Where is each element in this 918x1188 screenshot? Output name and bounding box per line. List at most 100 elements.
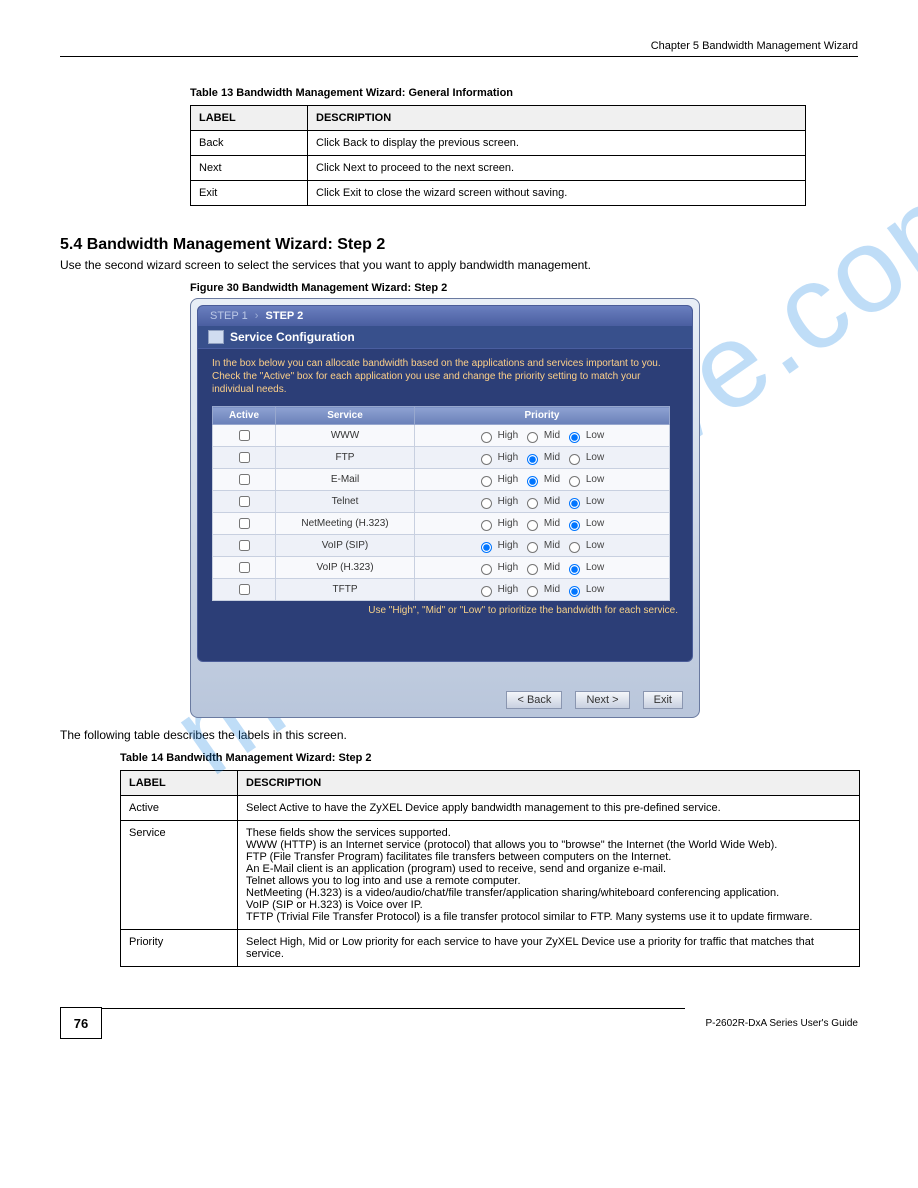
active-cell [213, 535, 276, 557]
priority-high-option[interactable]: High [476, 562, 518, 573]
service-table: Active Service Priority WWW High Mid Low… [212, 406, 670, 601]
active-checkbox[interactable] [239, 474, 250, 485]
active-checkbox[interactable] [239, 540, 250, 551]
priority-cell: High Mid Low [415, 447, 670, 469]
active-checkbox[interactable] [239, 518, 250, 529]
service-name-cell: FTP [276, 447, 415, 469]
step2-label: STEP 2 [266, 310, 304, 322]
step-breadcrumb: STEP 1 › STEP 2 [198, 306, 692, 326]
active-checkbox[interactable] [239, 584, 250, 595]
hint-text: Use "High", "Mid" or "Low" to prioritize… [198, 601, 692, 620]
service-name-cell: VoIP (SIP) [276, 535, 415, 557]
table1-th-label: LABEL [191, 106, 308, 131]
table-row-label: Service [121, 821, 238, 930]
priority-low-option[interactable]: Low [564, 496, 604, 507]
heading-step2: 5.4 Bandwidth Management Wizard: Step 2 [60, 236, 858, 254]
priority-cell: High Mid Low [415, 557, 670, 579]
table2-pretext: The following table describes the labels… [60, 728, 858, 742]
footer-guide-title: P-2602R-DxA Series User's Guide [705, 1018, 858, 1029]
intro-text: Use the second wizard screen to select t… [60, 258, 858, 272]
table-row-label: Exit [191, 181, 308, 206]
wizard-footer: < Back Next > Exit [496, 691, 683, 709]
active-cell [213, 513, 276, 535]
priority-mid-option[interactable]: Mid [522, 540, 560, 551]
exit-button[interactable]: Exit [643, 691, 683, 709]
table1-th-desc: DESCRIPTION [308, 106, 806, 131]
priority-low-option[interactable]: Low [564, 540, 604, 551]
service-name-cell: E-Mail [276, 469, 415, 491]
table2-caption: Table 14 Bandwidth Management Wizard: St… [120, 752, 858, 764]
priority-low-option[interactable]: Low [564, 584, 604, 595]
table-row-label: Back [191, 131, 308, 156]
table-row-desc: Click Back to display the previous scree… [308, 131, 806, 156]
priority-mid-option[interactable]: Mid [522, 562, 560, 573]
table-row-desc: Select High, Mid or Low priority for eac… [238, 930, 860, 967]
table-row-desc: Select Active to have the ZyXEL Device a… [238, 796, 860, 821]
step1-label: STEP 1 [210, 310, 248, 322]
footer-rule [102, 1008, 685, 1009]
priority-low-option[interactable]: Low [564, 452, 604, 463]
priority-high-option[interactable]: High [476, 584, 518, 595]
next-button[interactable]: Next > [575, 691, 629, 709]
svc-th-service: Service [276, 407, 415, 425]
priority-cell: High Mid Low [415, 535, 670, 557]
priority-high-option[interactable]: High [476, 430, 518, 441]
priority-mid-option[interactable]: Mid [522, 584, 560, 595]
section-title: Service Configuration [230, 330, 355, 344]
table-row-desc: Click Exit to close the wizard screen wi… [308, 181, 806, 206]
page-header: Chapter 5 Bandwidth Management Wizard [60, 40, 858, 57]
table-row-label: Active [121, 796, 238, 821]
back-button[interactable]: < Back [506, 691, 562, 709]
svc-th-priority: Priority [415, 407, 670, 425]
table2-th-label: LABEL [121, 771, 238, 796]
service-name-cell: WWW [276, 425, 415, 447]
active-checkbox[interactable] [239, 430, 250, 441]
priority-low-option[interactable]: Low [564, 474, 604, 485]
table1: LABEL DESCRIPTION BackClick Back to disp… [190, 105, 806, 206]
table-row-label: Priority [121, 930, 238, 967]
active-cell [213, 425, 276, 447]
service-name-cell: NetMeeting (H.323) [276, 513, 415, 535]
service-name-cell: VoIP (H.323) [276, 557, 415, 579]
active-checkbox[interactable] [239, 452, 250, 463]
active-cell [213, 469, 276, 491]
active-cell [213, 557, 276, 579]
priority-cell: High Mid Low [415, 491, 670, 513]
table-row-desc: Click Next to proceed to the next screen… [308, 156, 806, 181]
table2: LABEL DESCRIPTION ActiveSelect Active to… [120, 770, 860, 967]
priority-mid-option[interactable]: Mid [522, 430, 560, 441]
figure-caption: Figure 30 Bandwidth Management Wizard: S… [190, 282, 858, 294]
priority-high-option[interactable]: High [476, 496, 518, 507]
priority-mid-option[interactable]: Mid [522, 496, 560, 507]
priority-low-option[interactable]: Low [564, 430, 604, 441]
table1-caption: Table 13 Bandwidth Management Wizard: Ge… [190, 87, 858, 99]
page-number: 76 [60, 1007, 102, 1039]
section-title-bar: Service Configuration [198, 326, 692, 349]
priority-high-option[interactable]: High [476, 540, 518, 551]
table-row-label: Next [191, 156, 308, 181]
active-cell [213, 447, 276, 469]
table-row-desc: These fields show the services supported… [238, 821, 860, 930]
wizard-screenshot: STEP 1 › STEP 2 Service Configuration In… [190, 298, 700, 718]
priority-cell: High Mid Low [415, 469, 670, 491]
priority-cell: High Mid Low [415, 425, 670, 447]
active-cell [213, 491, 276, 513]
svc-th-active: Active [213, 407, 276, 425]
active-cell [213, 579, 276, 601]
table2-th-desc: DESCRIPTION [238, 771, 860, 796]
folder-icon [208, 330, 224, 344]
active-checkbox[interactable] [239, 562, 250, 573]
priority-mid-option[interactable]: Mid [522, 474, 560, 485]
priority-high-option[interactable]: High [476, 452, 518, 463]
priority-mid-option[interactable]: Mid [522, 452, 560, 463]
priority-cell: High Mid Low [415, 579, 670, 601]
service-name-cell: TFTP [276, 579, 415, 601]
priority-mid-option[interactable]: Mid [522, 518, 560, 529]
section-description: In the box below you can allocate bandwi… [198, 349, 692, 406]
priority-high-option[interactable]: High [476, 474, 518, 485]
priority-low-option[interactable]: Low [564, 562, 604, 573]
priority-cell: High Mid Low [415, 513, 670, 535]
active-checkbox[interactable] [239, 496, 250, 507]
priority-high-option[interactable]: High [476, 518, 518, 529]
priority-low-option[interactable]: Low [564, 518, 604, 529]
